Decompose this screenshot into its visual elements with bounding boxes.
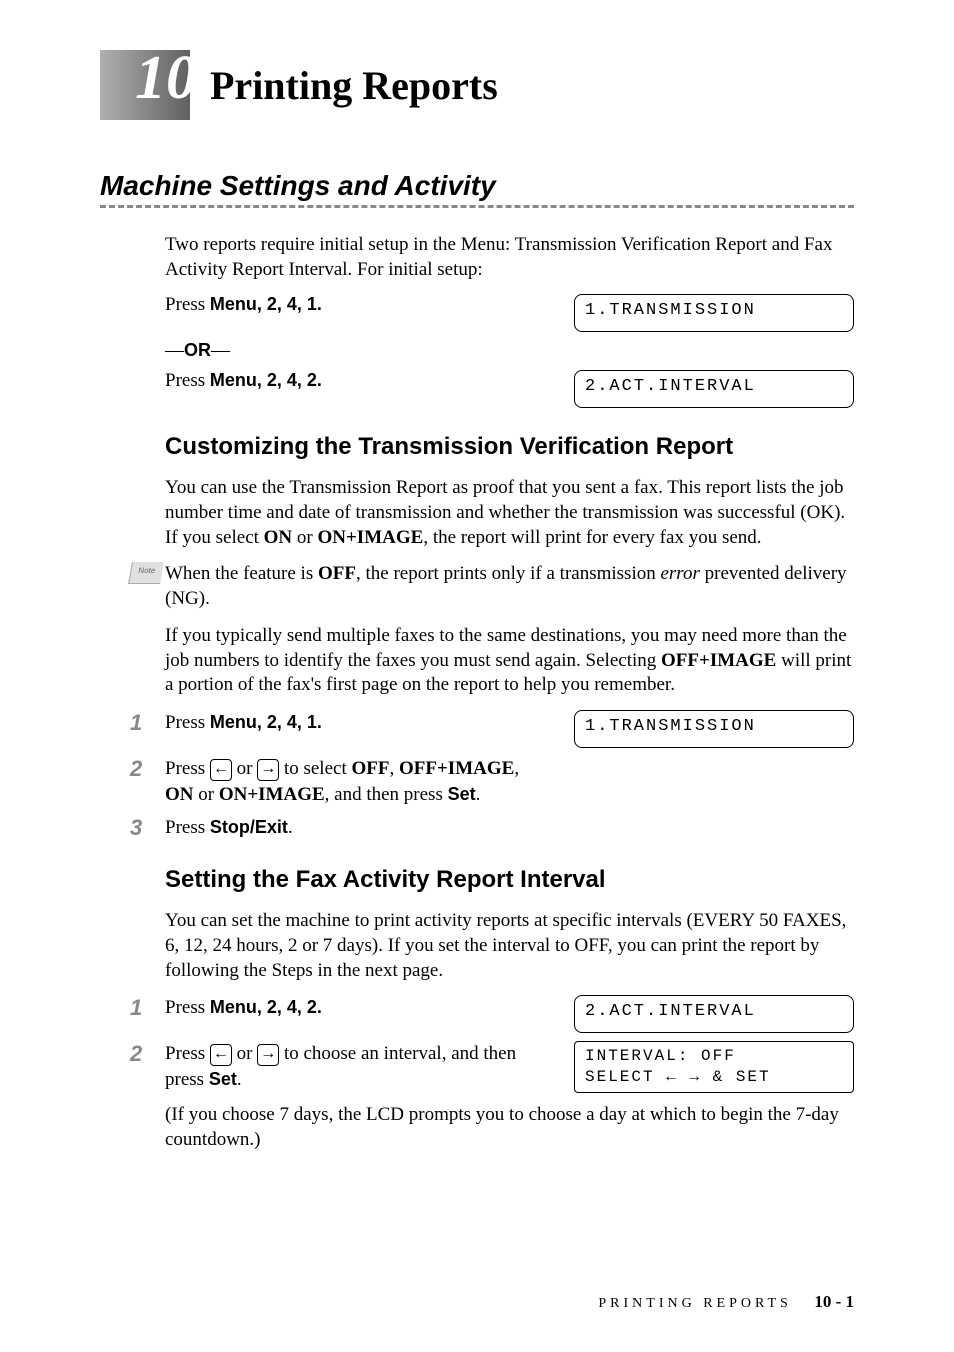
footer-page: 10 - 1 bbox=[814, 1292, 854, 1311]
sub1-step1: 1 Press Menu, 2, 4, 1. 1.TRANSMISSION bbox=[130, 710, 854, 748]
left-arrow-icon: ← bbox=[210, 759, 232, 781]
left-arrow-icon: ← bbox=[210, 1044, 232, 1066]
subsection-title-2: Setting the Fax Activity Report Interval bbox=[165, 866, 854, 894]
error-text: error bbox=[660, 563, 699, 584]
lcd-display-2: 2.ACT.INTERVAL bbox=[574, 370, 854, 408]
sub2-para2: (If you choose 7 days, the LCD prompts y… bbox=[165, 1103, 854, 1152]
step-number-2b: 2 bbox=[130, 1041, 165, 1067]
section-underline bbox=[100, 205, 854, 208]
on-option: ON bbox=[264, 527, 293, 548]
step-number-1b: 1 bbox=[130, 995, 165, 1021]
intro-paragraph: Two reports require initial setup in the… bbox=[165, 233, 854, 282]
or-bold: OR bbox=[184, 340, 211, 360]
onimage-option: ON+IMAGE bbox=[317, 527, 423, 548]
step-number-3: 3 bbox=[130, 815, 165, 841]
sub2-step1: 1 Press Menu, 2, 4, 2. 2.ACT.INTERVAL bbox=[130, 995, 854, 1033]
chapter-title: Printing Reports bbox=[210, 62, 498, 109]
sub2-para1: You can set the machine to print activit… bbox=[165, 909, 854, 983]
chapter-number: 10 bbox=[135, 43, 197, 114]
footer: PRINTING REPORTS 10 - 1 bbox=[598, 1292, 854, 1312]
subsection-title-1: Customizing the Transmission Verificatio… bbox=[165, 433, 854, 461]
off-option: OFF bbox=[318, 563, 356, 584]
lcd-display-3: 1.TRANSMISSION bbox=[574, 710, 854, 748]
lcd-display-5: INTERVAL: OFF SELECT ← → & SET bbox=[574, 1041, 854, 1093]
note-icon: Note bbox=[128, 562, 164, 584]
offimage-option: OFF+IMAGE bbox=[661, 650, 776, 671]
note-block: Note When the feature is OFF, the report… bbox=[100, 562, 854, 611]
press1-prefix: Press bbox=[165, 294, 210, 315]
lcd5-line2: SELECT ← → & SET bbox=[585, 1067, 843, 1088]
press-line-1: Press Menu, 2, 4, 1. 1.TRANSMISSION bbox=[165, 294, 854, 332]
sub1-step2: 2 Press ← or → to select OFF, OFF+IMAGE,… bbox=[130, 756, 854, 807]
step-number-1: 1 bbox=[130, 710, 165, 736]
press2-menu: Menu bbox=[210, 370, 257, 390]
lcd-display-1: 1.TRANSMISSION bbox=[574, 294, 854, 332]
sub1-step3: 3 Press Stop/Exit. bbox=[130, 815, 854, 841]
step-number-2: 2 bbox=[130, 756, 165, 782]
press1-keys: , 2, 4, 1. bbox=[257, 294, 322, 314]
chapter-number-box: 10 bbox=[100, 50, 190, 120]
chapter-header: 10 Printing Reports bbox=[100, 50, 854, 120]
lcd5-line1: INTERVAL: OFF bbox=[585, 1046, 843, 1067]
sub2-step2: 2 Press ← or → to choose an interval, an… bbox=[130, 1041, 854, 1093]
note-text: When the feature is OFF, the report prin… bbox=[165, 562, 854, 611]
right-arrow-icon: → bbox=[257, 759, 279, 781]
sub1-para1: You can use the Transmission Report as p… bbox=[165, 476, 854, 550]
sub1-para2: If you typically send multiple faxes to … bbox=[165, 624, 854, 698]
right-arrow-icon: → bbox=[257, 1044, 279, 1066]
press2-keys: , 2, 4, 2. bbox=[257, 370, 322, 390]
footer-text: PRINTING REPORTS bbox=[598, 1296, 791, 1311]
or-text: —OR— bbox=[165, 340, 854, 362]
press-line-2: Press Menu, 2, 4, 2. 2.ACT.INTERVAL bbox=[165, 370, 854, 408]
lcd-display-4: 2.ACT.INTERVAL bbox=[574, 995, 854, 1033]
press2-prefix: Press bbox=[165, 370, 210, 391]
section-title: Machine Settings and Activity bbox=[100, 170, 854, 202]
press1-menu: Menu bbox=[210, 294, 257, 314]
